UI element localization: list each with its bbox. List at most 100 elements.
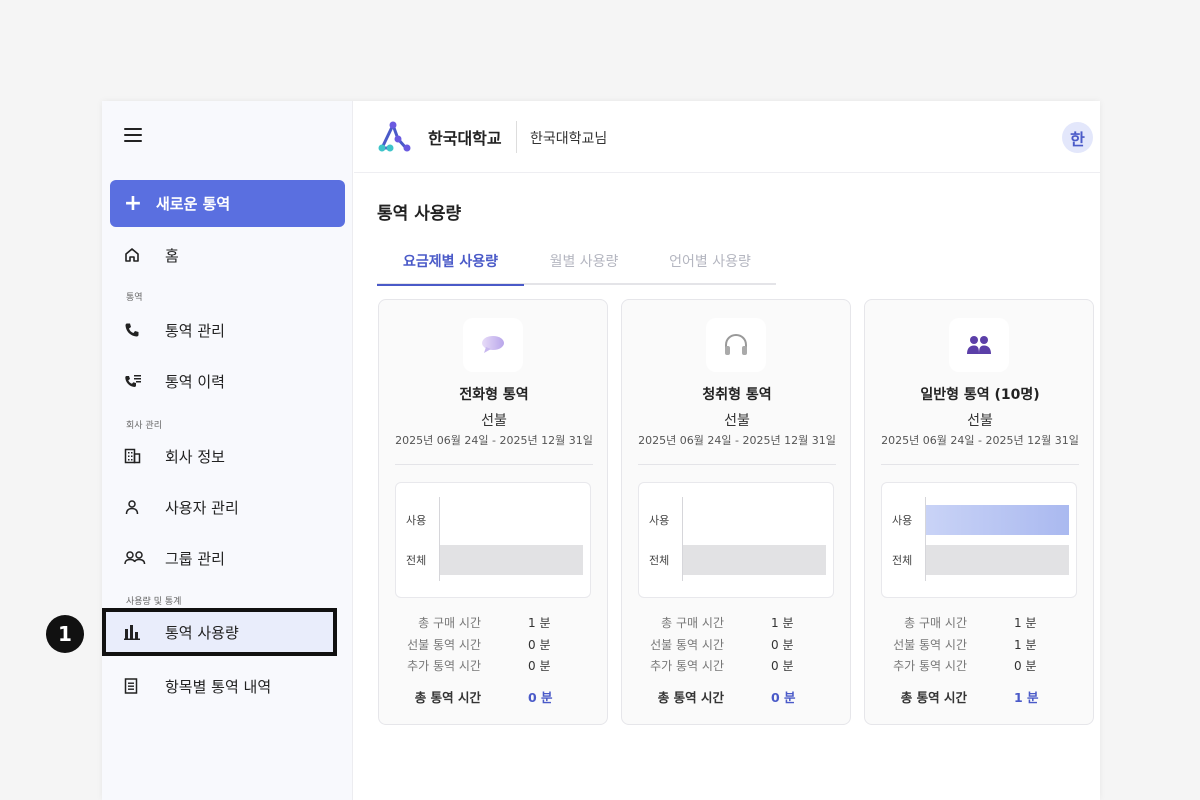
brand-logo-icon[interactable] [376,121,416,159]
divider [395,464,593,465]
used-row-label: 사용 [406,514,427,527]
stat-value: 1 분 [1014,638,1037,652]
people-icon [102,550,165,566]
usage-card: 일반형 통역 (10명) 선불 2025년 06월 24일 - 2025년 12… [864,299,1094,725]
sidebar-item-call-manage[interactable]: 통역 관리 [102,310,353,350]
bar-chart-icon [106,624,165,640]
sidebar-item-call-history[interactable]: 통역 이력 [102,361,353,401]
plan-type: 선불 [481,413,507,429]
stat-label: 총 구매 시간 [904,616,967,630]
phone-icon [102,322,165,338]
hamburger-menu-icon[interactable] [124,128,142,144]
tab-bar: 요금제별 사용량 월별 사용량 언어별 사용량 [377,251,776,286]
stat-value: 1 분 [528,616,551,630]
divider [638,464,836,465]
speech-bubble-icon [463,318,523,372]
stat-row: 총 구매 시간 1 분 [865,614,1095,632]
sidebar-item-home[interactable]: 홈 [102,235,353,275]
plan-period: 2025년 06월 24일 - 2025년 12월 31일 [881,434,1079,447]
usage-bar-chart: 사용 전체 [881,482,1077,598]
sidebar-item-label: 사용자 관리 [165,498,239,517]
total-row-label: 전체 [892,554,913,567]
sidebar-item-label: 홈 [165,246,179,265]
plan-type: 선불 [967,413,993,429]
stat-value: 1 분 [1014,616,1037,630]
used-bar [926,505,1069,535]
stat-row: 추가 통역 시간 0 분 [865,657,1095,675]
main-content: 한국대학교 한국대학교님 한 통역 사용량 요금제별 사용량 월별 사용량 언어… [354,101,1100,800]
sidebar-item-label: 통역 이력 [165,372,225,391]
stat-row: 추가 통역 시간 0 분 [622,657,852,675]
total-row-label: 전체 [406,554,427,567]
tab-plan-usage[interactable]: 요금제별 사용량 [377,251,524,286]
avatar[interactable]: 한 [1062,122,1093,153]
stat-value: 1 분 [771,616,794,630]
plan-period: 2025년 06월 24일 - 2025년 12월 31일 [395,434,593,447]
stat-label: 선불 통역 시간 [407,638,481,652]
user-name: 한국대학교님 [530,131,608,147]
plan-name: 청취형 통역 [702,387,772,403]
stat-total-value: 0 분 [528,690,553,705]
building-icon [102,448,165,464]
stat-total-label: 총 통역 시간 [414,690,481,705]
sidebar-item-label: 항목별 통역 내역 [165,677,272,696]
total-bar [440,545,583,575]
stat-total-row: 총 통역 시간 0 분 [622,687,852,705]
sidebar-item-company-info[interactable]: 회사 정보 [102,436,353,476]
stat-label: 총 구매 시간 [661,616,724,630]
stat-label: 선불 통역 시간 [650,638,724,652]
section-label-usage: 사용량 및 통계 [126,597,182,607]
stat-row: 총 구매 시간 1 분 [379,614,609,632]
stat-total-label: 총 통역 시간 [900,690,967,705]
sidebar-item-label: 통역 사용량 [165,623,239,642]
stat-value: 0 분 [528,638,551,652]
stat-value: 0 분 [771,638,794,652]
used-row-label: 사용 [649,514,670,527]
stat-total-label: 총 통역 시간 [657,690,724,705]
stat-row: 추가 통역 시간 0 분 [379,657,609,675]
sidebar-item-label: 그룹 관리 [165,549,225,568]
stat-row: 선불 통역 시간 0 분 [622,636,852,654]
plan-name: 전화형 통역 [459,387,529,403]
stat-row: 총 구매 시간 1 분 [622,614,852,632]
step-marker-badge: 1 [46,615,84,653]
sidebar-item-itemized[interactable]: 항목별 통역 내역 [102,666,353,706]
stat-total-value: 1 분 [1014,690,1039,705]
phone-list-icon [102,373,165,389]
stat-value: 0 분 [771,659,794,673]
total-row-label: 전체 [649,554,670,567]
stat-total-value: 0 분 [771,690,796,705]
stat-row: 선불 통역 시간 0 분 [379,636,609,654]
tab-language-usage[interactable]: 언어별 사용량 [644,251,776,285]
person-icon [102,499,165,515]
app-window: + 새로운 통역 홈 통역 통역 관리 통역 이력 회사 관리 회사 정보 사용… [102,101,1100,800]
stat-label: 총 구매 시간 [418,616,481,630]
divider [881,464,1079,465]
tab-monthly-usage[interactable]: 월별 사용량 [524,251,644,285]
section-label-interpret: 통역 [126,293,143,303]
plan-type: 선불 [724,413,750,429]
stat-value: 0 분 [1014,659,1037,673]
plan-period: 2025년 06월 24일 - 2025년 12월 31일 [638,434,836,447]
page-title: 통역 사용량 [377,204,462,224]
plus-icon: + [123,190,143,216]
usage-card: 전화형 통역 선불 2025년 06월 24일 - 2025년 12월 31일 … [378,299,608,725]
sidebar-item-user-manage[interactable]: 사용자 관리 [102,487,353,527]
section-label-company: 회사 관리 [126,421,162,431]
stat-value: 0 분 [528,659,551,673]
sidebar-item-group-manage[interactable]: 그룹 관리 [102,538,353,578]
top-header: 한국대학교 한국대학교님 한 [354,101,1100,173]
usage-card: 청취형 통역 선불 2025년 06월 24일 - 2025년 12월 31일 … [621,299,851,725]
stat-total-row: 총 통역 시간 0 분 [379,687,609,705]
brand-name: 한국대학교 [428,129,502,148]
sidebar-item-usage[interactable]: 통역 사용량 [102,608,337,656]
group-people-icon [949,318,1009,372]
stat-label: 선불 통역 시간 [893,638,967,652]
new-call-button[interactable]: + 새로운 통역 [110,180,345,227]
stat-label: 추가 통역 시간 [893,659,967,673]
used-row-label: 사용 [892,514,913,527]
stat-total-row: 총 통역 시간 1 분 [865,687,1095,705]
total-bar [926,545,1069,575]
sidebar: + 새로운 통역 홈 통역 통역 관리 통역 이력 회사 관리 회사 정보 사용… [102,101,353,800]
usage-bar-chart: 사용 전체 [395,482,591,598]
